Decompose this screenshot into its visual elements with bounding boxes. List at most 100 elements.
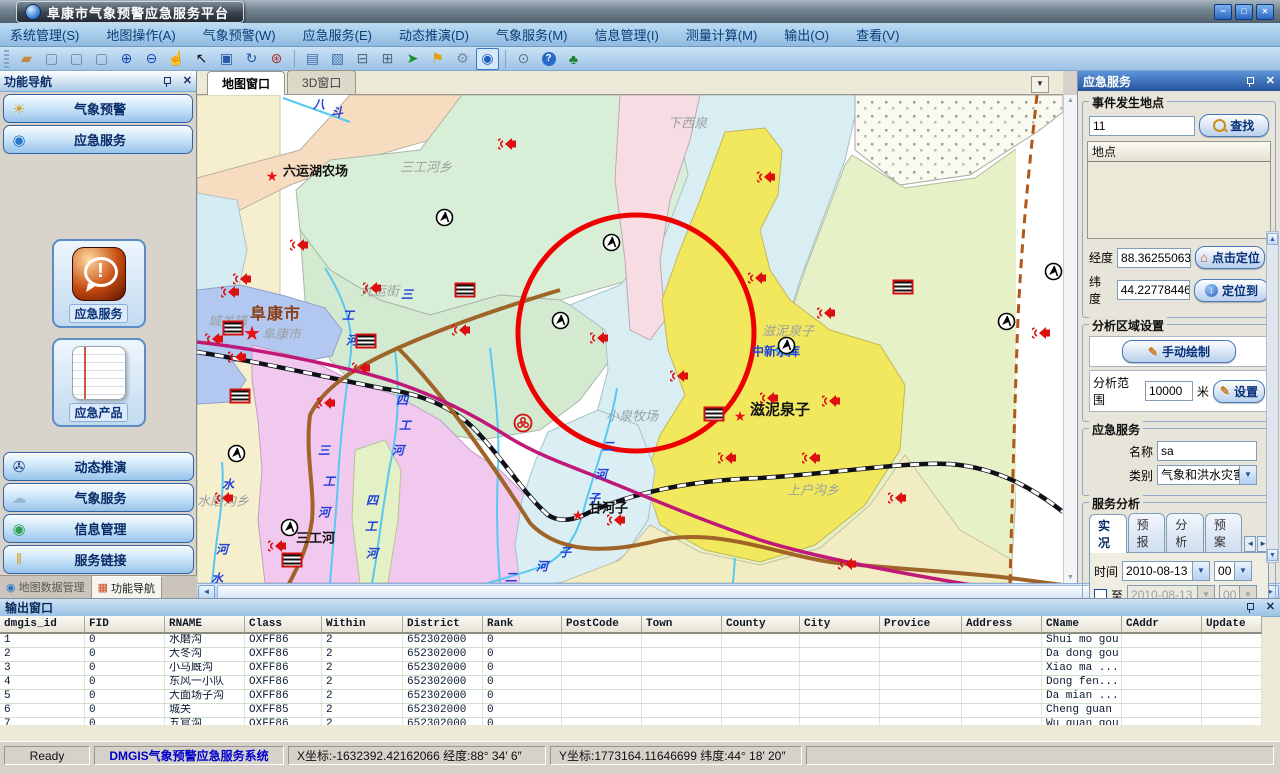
eye-icon[interactable]: ⊙ xyxy=(512,48,535,70)
pin-icon[interactable] xyxy=(1245,603,1254,612)
right-panel-scrollbar[interactable]: ▲ ▼ xyxy=(1266,231,1279,563)
close-icon[interactable]: ✕ xyxy=(183,76,192,87)
chevron-down-icon[interactable]: ▼ xyxy=(1239,466,1256,484)
column-header-CAddr[interactable]: CAddr xyxy=(1122,616,1202,634)
location-list-header[interactable]: 地点 xyxy=(1087,141,1271,162)
striped-flag-icon[interactable] xyxy=(893,280,914,295)
column-header-Address[interactable]: Address xyxy=(962,616,1042,634)
menu-I[interactable]: 信息管理(I) xyxy=(595,25,659,44)
column-header-County[interactable]: County xyxy=(722,616,800,634)
click-locate-button[interactable]: ⌂ 点击定位 xyxy=(1195,246,1265,269)
column-header-District[interactable]: District xyxy=(403,616,483,634)
range-input[interactable]: 10000 xyxy=(1145,381,1193,401)
output-table[interactable]: dmgis_idFIDRNAMEClassWithinDistrictRankP… xyxy=(0,616,1262,725)
image-export-icon[interactable]: ▧ xyxy=(326,48,349,70)
manual-draw-button[interactable]: ✎ 手动绘制 xyxy=(1122,340,1236,363)
place-marker-icon[interactable]: ⚑ xyxy=(426,48,449,70)
longitude-input[interactable]: 88.36255063 xyxy=(1117,248,1191,268)
table-row[interactable]: 40东风一小队OXFF8626523020000Dong fen... xyxy=(0,676,1262,690)
scroll-down-icon[interactable]: ▼ xyxy=(1267,549,1278,561)
settings-gear-icon[interactable]: ⚙ xyxy=(451,48,474,70)
table-row[interactable]: 20大冬沟OXFF8626523020000Da dong gou xyxy=(0,648,1262,662)
toolbar-grip[interactable] xyxy=(4,50,9,68)
striped-flag-icon[interactable] xyxy=(230,389,251,404)
location-list[interactable] xyxy=(1087,162,1271,239)
sidebar-group-服务链接[interactable]: ‖服务链接 xyxy=(3,545,194,574)
column-header-City[interactable]: City xyxy=(800,616,880,634)
striped-flag-icon[interactable] xyxy=(704,407,725,422)
column-header-dmgis_id[interactable]: dmgis_id xyxy=(0,616,85,634)
striped-flag-icon[interactable] xyxy=(282,553,303,568)
measure-icon[interactable]: ▰ xyxy=(15,48,38,70)
table-row[interactable]: 30小马厩沟OXFF8626523020000Xiao ma ... xyxy=(0,662,1262,676)
sidebar-group-信息管理[interactable]: ◉信息管理 xyxy=(3,514,194,543)
select-polygon-icon[interactable]: ▢ xyxy=(90,48,113,70)
scene-tree-icon[interactable]: ♣ xyxy=(562,48,585,70)
column-header-Town[interactable]: Town xyxy=(642,616,722,634)
scroll-up-icon[interactable]: ▲ xyxy=(1267,233,1278,245)
menu-M[interactable]: 测量计算(M) xyxy=(686,25,758,44)
column-header-RNAME[interactable]: RNAME xyxy=(165,616,245,634)
close-button[interactable]: × xyxy=(1256,4,1274,20)
menu-M[interactable]: 气象服务(M) xyxy=(496,25,568,44)
service-name-input[interactable]: sa xyxy=(1157,441,1257,461)
latitude-input[interactable]: 44.22778446 xyxy=(1117,280,1190,300)
hour-select[interactable]: 00 ▼ xyxy=(1214,561,1252,581)
sidebar-group-气象预警[interactable]: ☀气象预警 xyxy=(3,94,193,123)
striped-flag-icon[interactable] xyxy=(356,334,377,349)
analysis-tab-预案[interactable]: 预案 xyxy=(1205,513,1243,552)
analysis-tab-分析[interactable]: 分析 xyxy=(1166,513,1204,552)
chevron-down-icon[interactable]: ▼ xyxy=(1234,562,1251,580)
shortcut-应急服务[interactable]: !应急服务 xyxy=(52,239,146,328)
column-header-Class[interactable]: Class xyxy=(245,616,322,634)
menu-S[interactable]: 系统管理(S) xyxy=(10,25,79,44)
map-layer-icon[interactable]: ▤ xyxy=(301,48,324,70)
select-arrow-icon[interactable]: ▢ xyxy=(40,48,63,70)
location-search-input[interactable]: 11 xyxy=(1089,116,1195,136)
set-range-button[interactable]: ✎ 设置 xyxy=(1213,380,1265,403)
column-header-CName[interactable]: CName xyxy=(1042,616,1122,634)
print-icon[interactable]: ⊟ xyxy=(351,48,374,70)
date-select[interactable]: 2010-08-13 ▼ xyxy=(1122,561,1210,581)
goto-button[interactable]: ↓ 定位到 xyxy=(1194,279,1269,302)
pin-icon[interactable] xyxy=(162,77,171,86)
striped-flag-icon[interactable] xyxy=(223,321,244,336)
tab-scroll-left-icon[interactable]: ◄ xyxy=(1244,536,1256,552)
column-header-Provice[interactable]: Provice xyxy=(880,616,962,634)
zoom-in-icon[interactable]: ⊕ xyxy=(115,48,138,70)
service-type-select[interactable]: 气象和洪水灾害 ▼ xyxy=(1157,465,1257,485)
help-icon[interactable]: ? xyxy=(537,48,560,70)
place-star-icon[interactable]: ★ xyxy=(243,324,261,344)
map-canvas[interactable]: 六运湖农场三工河乡下西泉九运街阜康市城关镇阜康市小泉牧场滋泥泉子滋泥泉子中新水库… xyxy=(197,95,1063,583)
close-icon[interactable]: ✕ xyxy=(1266,76,1275,87)
analysis-tab-预报[interactable]: 预报 xyxy=(1128,513,1166,552)
panel-tab-地图数据管理[interactable]: ◉地图数据管理 xyxy=(0,576,92,598)
map-vertical-scrollbar[interactable]: ▲▼ xyxy=(1063,95,1077,583)
map-tab-dropdown-icon[interactable]: ▼ xyxy=(1031,76,1049,93)
pointer-icon[interactable]: ↖ xyxy=(190,48,213,70)
column-header-Rank[interactable]: Rank xyxy=(483,616,562,634)
shortcut-应急产品[interactable]: 应急产品 xyxy=(52,338,146,427)
pin-icon[interactable] xyxy=(1245,77,1254,86)
pan-hand-icon[interactable]: ☝ xyxy=(165,48,188,70)
print-setup-icon[interactable]: ⊞ xyxy=(376,48,399,70)
menu-A[interactable]: 地图操作(A) xyxy=(106,25,175,44)
place-star-icon[interactable]: ★ xyxy=(734,409,747,423)
column-header-PostCode[interactable]: PostCode xyxy=(562,616,642,634)
chevron-down-icon[interactable]: ▼ xyxy=(1192,562,1209,580)
column-header-Update[interactable]: Update xyxy=(1202,616,1262,634)
place-star-icon[interactable]: ★ xyxy=(266,169,279,183)
sidebar-group-应急服务[interactable]: ◉应急服务 xyxy=(3,125,193,154)
zoom-search-icon[interactable]: ⊛ xyxy=(265,48,288,70)
menu-D[interactable]: 动态推演(D) xyxy=(399,25,469,44)
sidebar-group-气象服务[interactable]: ☁气象服务 xyxy=(3,483,194,512)
menu-O[interactable]: 输出(O) xyxy=(784,25,829,44)
full-extent-icon[interactable]: ▣ xyxy=(215,48,238,70)
restore-button[interactable]: □ xyxy=(1235,4,1253,20)
select-box-icon[interactable]: ▢ xyxy=(65,48,88,70)
menu-E[interactable]: 应急服务(E) xyxy=(303,25,372,44)
striped-flag-icon[interactable] xyxy=(455,283,476,298)
table-row[interactable]: 10水磨沟OXFF8626523020000Shui mo gou xyxy=(0,634,1262,648)
close-icon[interactable]: ✕ xyxy=(1266,602,1275,613)
globe-tool-icon[interactable]: ◉ xyxy=(476,48,499,70)
